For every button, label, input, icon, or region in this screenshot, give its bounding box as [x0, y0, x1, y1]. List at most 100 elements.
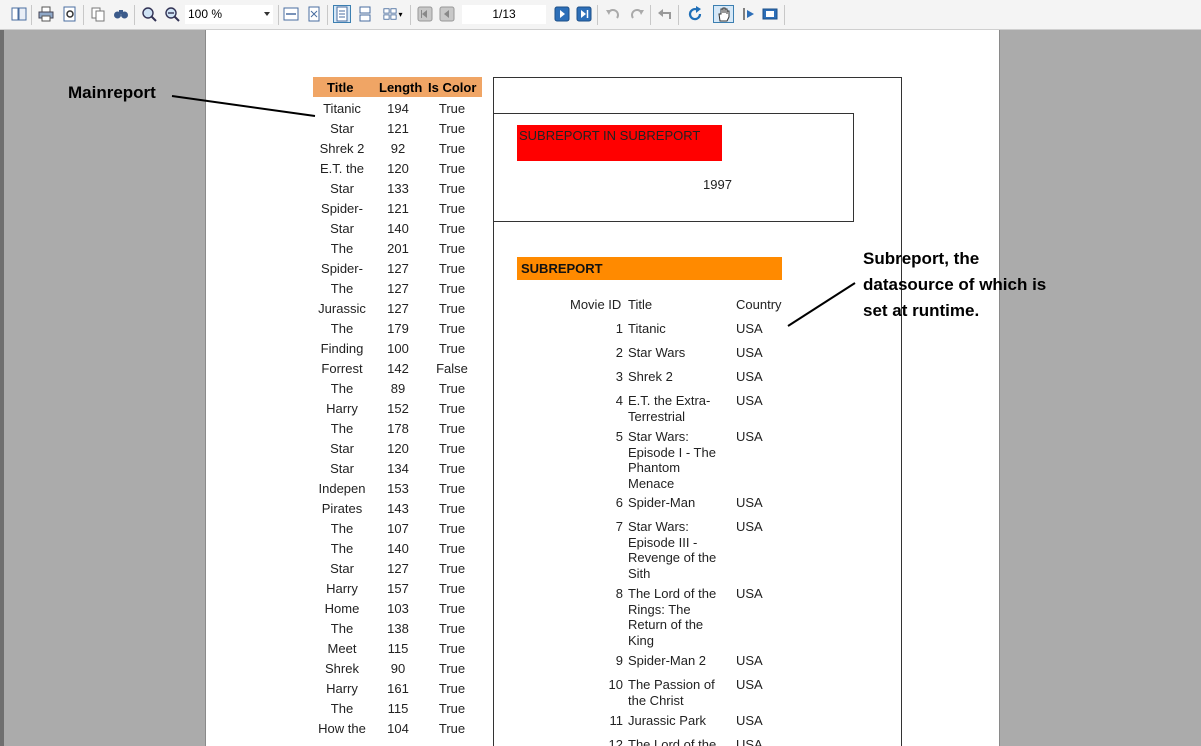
hand-tool-icon[interactable]: [713, 5, 734, 23]
last-page-icon[interactable]: [575, 5, 593, 23]
table-row: Shrek 90 True: [313, 658, 482, 678]
cell-length: 140: [387, 221, 409, 236]
toggle-tree-icon[interactable]: [10, 5, 28, 23]
table-row: The 140 True: [313, 538, 482, 558]
cell-is-color: True: [438, 141, 466, 156]
desktop-edge: [0, 30, 4, 746]
continuous-page-icon[interactable]: [356, 5, 374, 23]
subreport-title: SUBREPORT: [517, 257, 782, 280]
chevron-down-icon[interactable]: [264, 12, 270, 16]
cell-is-color: True: [438, 221, 466, 236]
table-row: Home 103 True: [313, 598, 482, 618]
cell-country: USA: [736, 586, 763, 601]
cell-country: USA: [736, 429, 763, 444]
forward-icon[interactable]: [628, 5, 646, 23]
print-preview-icon[interactable]: [61, 5, 79, 23]
cell-country: USA: [736, 345, 763, 360]
table-row: Star 127 True: [313, 558, 482, 578]
cell-movie-id: 1: [615, 321, 623, 336]
copy-icon[interactable]: [89, 5, 107, 23]
cell-is-color: True: [438, 101, 466, 116]
cell-is-color: False: [436, 361, 468, 376]
cell-is-color: True: [438, 581, 466, 596]
cell-title: Finding: [320, 341, 364, 356]
cell-length: 134: [387, 461, 409, 476]
cell-length: 104: [387, 721, 409, 736]
zoom-select[interactable]: 100 %: [185, 5, 273, 24]
table-row: E.T. the 120 True: [313, 158, 482, 178]
cell-length: 115: [387, 701, 409, 716]
cell-country: USA: [736, 519, 763, 534]
cell-movie-title: The Lord of the: [628, 737, 717, 746]
parent-report-icon[interactable]: [656, 5, 674, 23]
cell-title: The: [330, 541, 354, 556]
page-width-icon[interactable]: [282, 5, 300, 23]
table-row: Spider- 127 True: [313, 258, 482, 278]
previous-page-icon[interactable]: [438, 5, 456, 23]
cell-title: Forrest: [321, 361, 363, 376]
cell-title: The: [330, 421, 354, 436]
zoom-in-icon[interactable]: [140, 5, 158, 23]
table-row: Harry 161 True: [313, 678, 482, 698]
cell-country: USA: [736, 321, 763, 336]
cell-length: 89: [390, 381, 406, 396]
cell-title: The: [330, 381, 354, 396]
cell-is-color: True: [438, 521, 466, 536]
find-icon[interactable]: [112, 5, 130, 23]
cell-is-color: True: [438, 541, 466, 556]
cell-country: USA: [736, 713, 763, 728]
toolbar: 100 % ▾ 1/13: [0, 0, 1201, 30]
select-tool-icon[interactable]: [739, 5, 757, 23]
print-icon[interactable]: [37, 5, 55, 23]
first-page-icon[interactable]: [416, 5, 434, 23]
cell-movie-title: The Passion of the Christ: [628, 677, 715, 708]
whole-page-icon[interactable]: [305, 5, 323, 23]
cell-title: Pirates: [321, 501, 363, 516]
cell-country: USA: [736, 653, 763, 668]
cell-movie-id: 12: [608, 737, 623, 746]
cell-title: Home: [324, 601, 360, 616]
cell-length: 92: [390, 141, 406, 156]
refresh-icon[interactable]: [686, 5, 704, 23]
cell-country: USA: [736, 393, 763, 408]
subreport-in-subreport-year: 1997: [703, 177, 732, 192]
snapshot-icon[interactable]: [761, 5, 779, 23]
cell-is-color: True: [438, 381, 466, 396]
cell-title: Spider-: [321, 201, 363, 216]
multi-page-icon[interactable]: ▾: [380, 5, 406, 23]
table-row: The 138 True: [313, 618, 482, 638]
subreport-header-country: Country: [736, 297, 782, 312]
cell-length: 100: [387, 341, 409, 356]
page-number-field[interactable]: 1/13: [462, 5, 546, 24]
back-icon[interactable]: [604, 5, 622, 23]
cell-length: 120: [387, 441, 409, 456]
cell-title: Meet: [327, 641, 357, 656]
cell-length: 127: [387, 281, 409, 296]
cell-is-color: True: [438, 121, 466, 136]
zoom-out-icon[interactable]: [163, 5, 181, 23]
cell-is-color: True: [438, 201, 466, 216]
main-report-header: Title Length Is Color: [313, 77, 482, 97]
cell-movie-title: Star Wars: Episode III - Revenge of the …: [628, 519, 717, 581]
table-row: The 201 True: [313, 238, 482, 258]
single-page-icon[interactable]: [333, 5, 351, 23]
cell-title: Harry: [326, 681, 358, 696]
annotation-subreport: Subreport, the datasource of which is se…: [863, 249, 1047, 320]
cell-country: USA: [736, 677, 763, 692]
cell-is-color: True: [438, 421, 466, 436]
table-row: The 89 True: [313, 378, 482, 398]
cell-movie-id: 3: [615, 369, 623, 384]
cell-movie-title: Titanic: [628, 321, 666, 336]
table-row: The 107 True: [313, 518, 482, 538]
cell-is-color: True: [438, 501, 466, 516]
cell-length: 142: [387, 361, 409, 376]
next-page-icon[interactable]: [553, 5, 571, 23]
zoom-value: 100 %: [188, 7, 223, 21]
cell-is-color: True: [438, 461, 466, 476]
cell-is-color: True: [438, 701, 466, 716]
cell-is-color: True: [438, 161, 466, 176]
cell-title: The: [330, 241, 354, 256]
cell-length: 133: [387, 181, 409, 196]
cell-length: 127: [387, 561, 409, 576]
cell-title: Star: [330, 121, 354, 136]
